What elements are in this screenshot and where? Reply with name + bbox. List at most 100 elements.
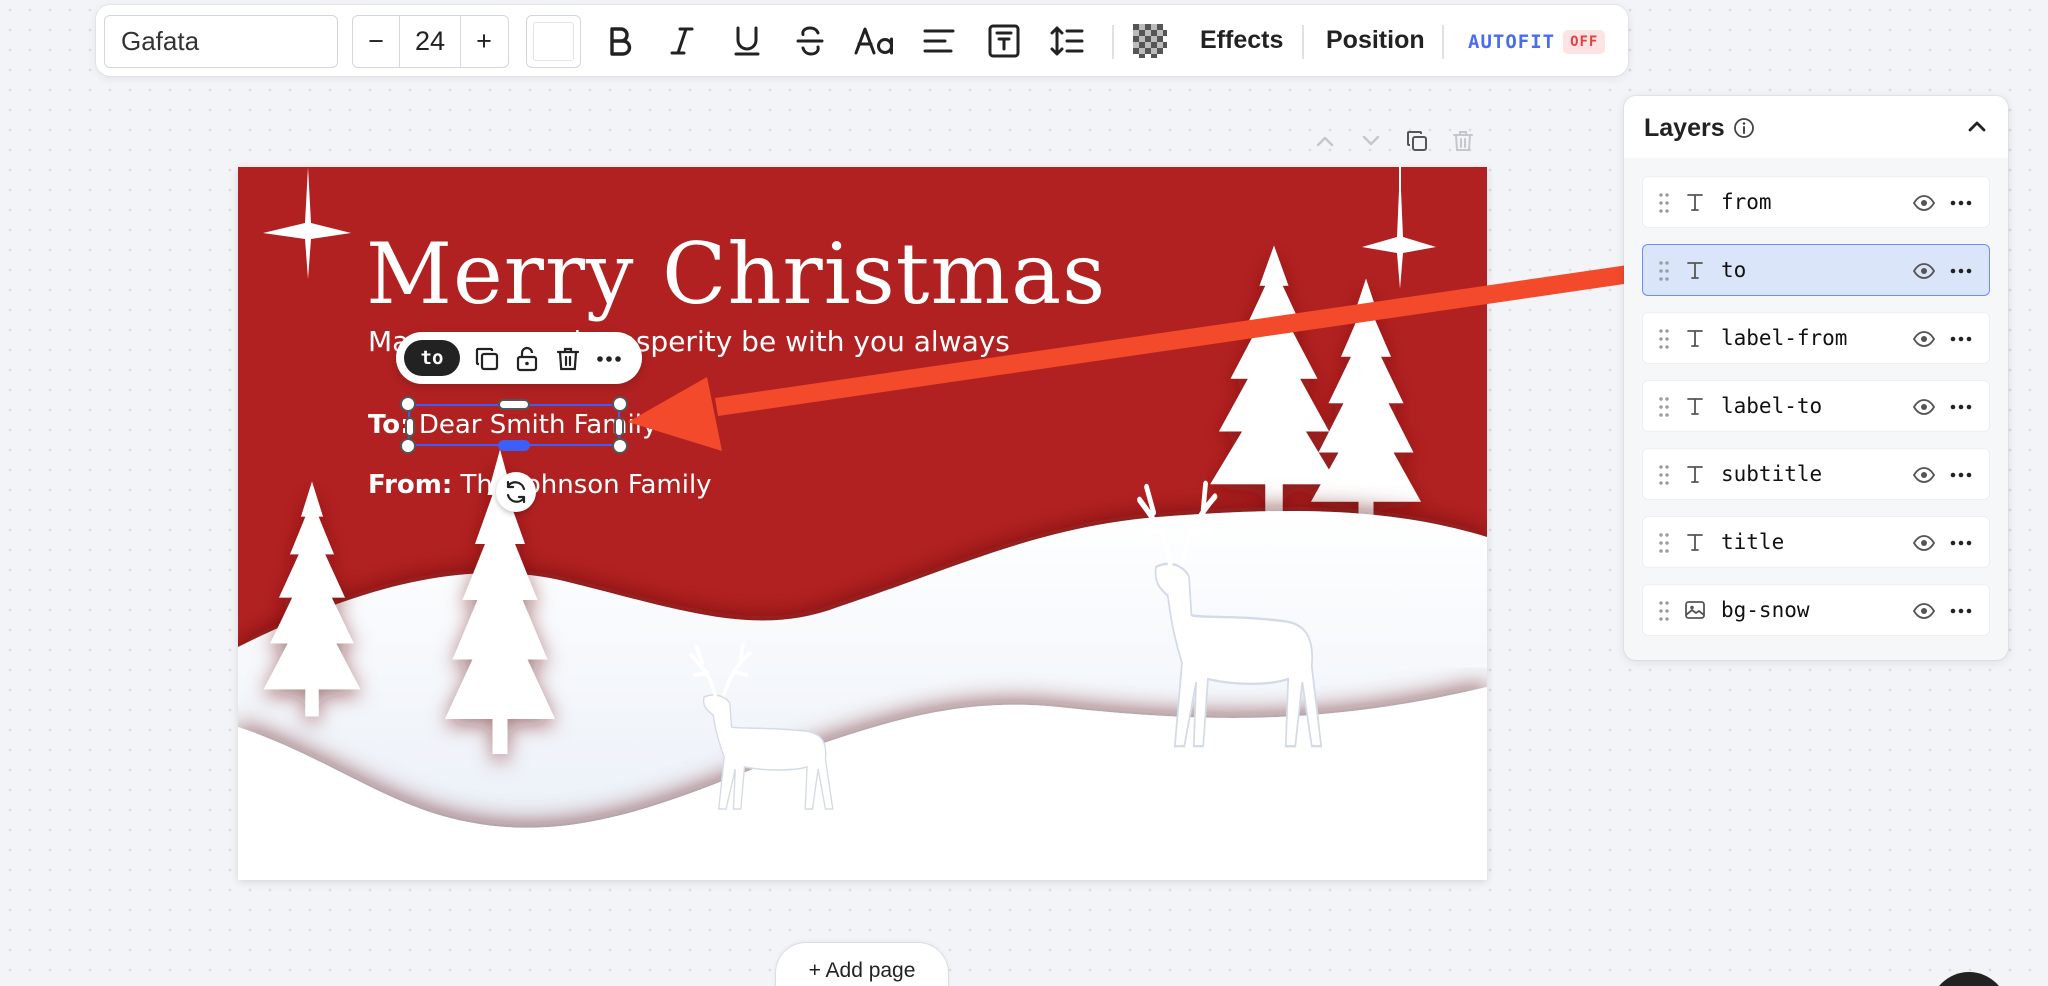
more-options-icon[interactable] (1949, 464, 1973, 486)
underline-button[interactable] (729, 23, 765, 59)
layer-name: from (1721, 190, 1772, 214)
image-layer-icon (1683, 598, 1707, 622)
font-family-select[interactable]: Gafata (104, 15, 338, 68)
layer-name: title (1721, 530, 1785, 554)
delete-page-button[interactable] (1446, 124, 1480, 158)
more-options-icon[interactable] (1949, 260, 1973, 282)
position-button[interactable]: Position (1326, 5, 1425, 76)
visibility-eye-icon[interactable] (1912, 464, 1936, 486)
duplicate-element-button[interactable] (472, 344, 502, 374)
text-layer-icon (1683, 190, 1707, 214)
chevron-up-icon (1316, 136, 1334, 147)
info-icon[interactable] (1733, 117, 1755, 139)
move-page-down-button[interactable] (1354, 124, 1388, 158)
visibility-eye-icon[interactable] (1912, 260, 1936, 282)
layer-row-from[interactable]: from (1642, 176, 1990, 228)
italic-button[interactable] (664, 23, 700, 59)
text-color-swatch (533, 22, 574, 61)
resize-handle-top[interactable] (498, 399, 530, 410)
drag-handle-icon[interactable] (1658, 328, 1670, 350)
bold-button[interactable] (602, 23, 638, 59)
duplicate-page-button[interactable] (1400, 124, 1434, 158)
layer-row-bg-snow[interactable]: bg-snow (1642, 584, 1990, 636)
chevron-down-icon (1362, 135, 1380, 146)
strikethrough-icon (796, 26, 824, 56)
font-size-increment-button[interactable]: + (461, 16, 507, 67)
more-options-button[interactable] (594, 344, 624, 374)
text-layer-icon (1683, 530, 1707, 554)
drag-handle-icon[interactable] (1658, 192, 1670, 214)
toolbar-divider (1302, 25, 1304, 59)
text-case-button[interactable] (853, 23, 897, 59)
layer-row-label-from[interactable]: label-from (1642, 312, 1990, 364)
visibility-eye-icon[interactable] (1912, 600, 1936, 622)
more-options-icon[interactable] (1949, 600, 1973, 622)
layer-name: label-from (1721, 326, 1848, 350)
autofit-toggle[interactable]: AUTOFIT OFF (1468, 27, 1606, 57)
text-color-picker[interactable] (526, 15, 581, 68)
vertical-align-button[interactable] (986, 23, 1022, 59)
layer-row-title[interactable]: title (1642, 516, 1990, 568)
layer-row-subtitle[interactable]: subtitle (1642, 448, 1990, 500)
resize-handle-bottom-right[interactable] (612, 438, 628, 454)
card-canvas[interactable]: Merry Christmas May peace and prosperity… (238, 167, 1487, 880)
autofit-state-badge: OFF (1563, 30, 1606, 54)
more-options-icon[interactable] (1949, 328, 1973, 350)
delete-element-button[interactable] (553, 344, 583, 374)
layer-row-label-to[interactable]: label-to (1642, 380, 1990, 432)
text-layer-icon (1683, 394, 1707, 418)
font-size-decrement-button[interactable]: − (353, 16, 399, 67)
strikethrough-button[interactable] (792, 23, 828, 59)
resize-handle-left[interactable] (405, 417, 415, 437)
visibility-eye-icon[interactable] (1912, 192, 1936, 214)
card-title[interactable]: Merry Christmas (366, 225, 1106, 323)
visibility-eye-icon[interactable] (1912, 328, 1936, 350)
layers-header: Layers (1624, 96, 2008, 158)
resize-handle-top-left[interactable] (400, 396, 416, 412)
font-size-input[interactable]: 24 (399, 16, 461, 67)
line-height-button[interactable] (1049, 23, 1085, 59)
autofit-label: AUTOFIT (1468, 31, 1556, 53)
text-toolbar: Gafata − 24 + Effects Position AUTOFIT O… (96, 5, 1628, 76)
selected-layer-pill: to (404, 340, 460, 376)
transparency-icon (1133, 24, 1167, 58)
copy-icon (475, 347, 499, 371)
resize-handle-right[interactable] (614, 417, 624, 437)
drag-handle-icon[interactable] (1658, 260, 1670, 282)
resize-handle-bottom[interactable] (498, 440, 530, 451)
resize-handle-bottom-left[interactable] (400, 438, 416, 454)
align-button[interactable] (921, 23, 957, 59)
effects-button[interactable]: Effects (1200, 5, 1283, 76)
toolbar-divider (1112, 25, 1114, 59)
chevron-up-icon[interactable] (1964, 114, 1990, 140)
help-button[interactable] (1930, 972, 2008, 986)
copy-icon (1407, 131, 1427, 151)
drag-handle-icon[interactable] (1658, 464, 1670, 486)
layers-panel: Layers from to label-from label-to subtitle t… (1624, 96, 2008, 660)
layer-row-to[interactable]: to (1642, 244, 1990, 296)
text-case-icon (854, 27, 893, 55)
visibility-eye-icon[interactable] (1912, 532, 1936, 554)
resize-handle-top-right[interactable] (612, 396, 628, 412)
add-page-button[interactable]: + Add page (776, 943, 948, 986)
more-options-icon[interactable] (1949, 396, 1973, 418)
rotate-handle[interactable] (496, 472, 536, 512)
label-from[interactable]: From: (368, 470, 452, 500)
visibility-eye-icon[interactable] (1912, 396, 1936, 418)
toolbar-divider (1442, 25, 1444, 59)
trash-icon (556, 347, 580, 371)
more-options-icon[interactable] (1949, 192, 1973, 214)
drag-handle-icon[interactable] (1658, 600, 1670, 622)
line-height-icon (1050, 26, 1084, 56)
from-line: From: The Johnson Family (368, 470, 712, 500)
align-left-icon (923, 29, 955, 53)
move-page-up-button[interactable] (1308, 124, 1342, 158)
layer-name: subtitle (1721, 462, 1823, 486)
more-options-icon[interactable] (1949, 532, 1973, 554)
drag-handle-icon[interactable] (1658, 396, 1670, 418)
lock-element-button[interactable] (512, 344, 542, 374)
layer-name: bg-snow (1721, 598, 1810, 622)
drag-handle-icon[interactable] (1658, 532, 1670, 554)
element-context-toolbar: to (396, 332, 642, 384)
transparency-button[interactable] (1132, 23, 1168, 59)
